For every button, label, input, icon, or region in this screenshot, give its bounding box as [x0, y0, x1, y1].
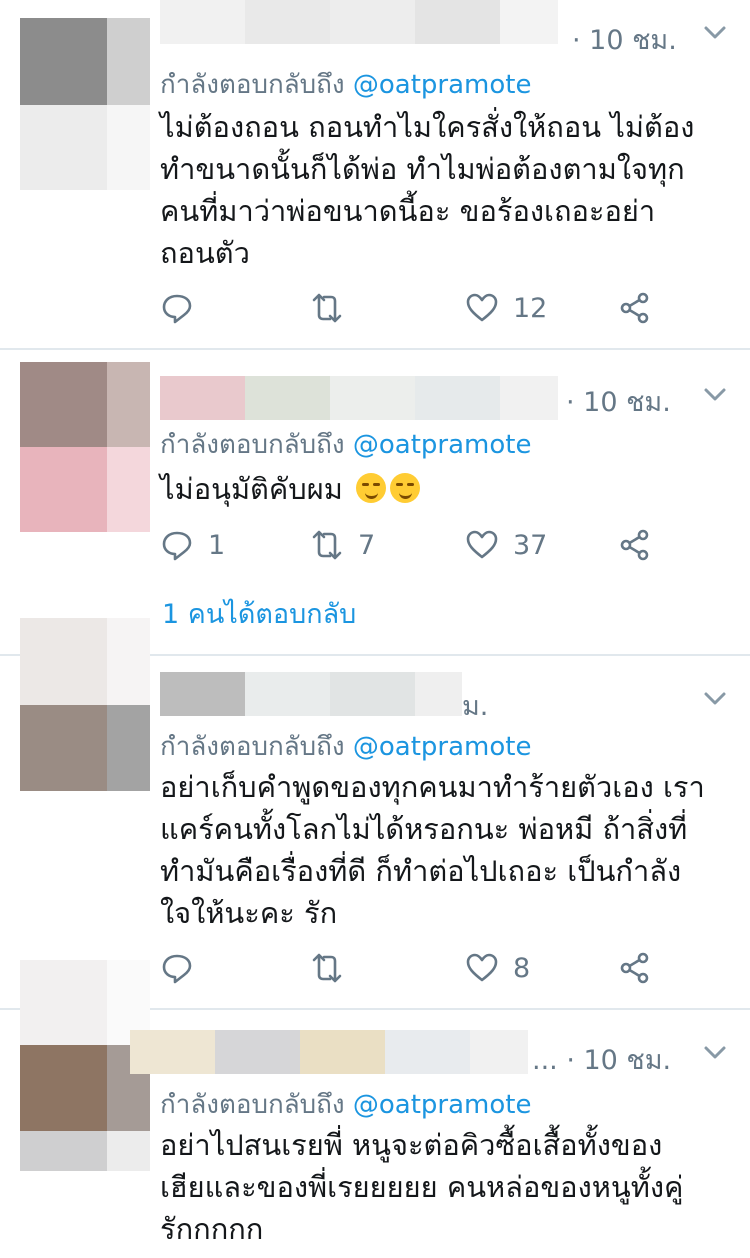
replying-handle-link[interactable]: @oatpramote [353, 732, 532, 762]
like-count: 12 [513, 292, 548, 324]
tweet-text: อย่าเก็บคำพูดของทุกคนมาทำร้ายตัวเอง เรา … [160, 766, 740, 934]
heart-icon [466, 293, 498, 322]
tweet-4[interactable]: ... · 10 ชม. กำลังตอบกลับถึง @oatpramote… [0, 960, 750, 1258]
replying-to: กำลังตอบกลับถึง @oatpramote [160, 424, 531, 465]
replying-handle-link[interactable]: @oatpramote [353, 70, 532, 100]
author-name-blurred[interactable] [160, 376, 558, 420]
replying-prefix: กำลังตอบกลับถึง [160, 732, 345, 762]
tweet-timestamp[interactable]: · 10 ชม. [572, 18, 677, 61]
tweet-1[interactable]: · 10 ชม. กำลังตอบกลับถึง @oatpramote ไม่… [0, 0, 750, 348]
tweet-text-line: ทำขนาดนั้นก็ได้พ่อ ทำไมพ่อต้องตามใจทุก [160, 152, 685, 186]
reply-button[interactable] [160, 948, 208, 988]
reply-button[interactable] [160, 288, 208, 328]
tweet-text: ไม่อนุมัติคับผม [160, 468, 740, 510]
replying-prefix: กำลังตอบกลับถึง [160, 1090, 345, 1120]
like-count: 37 [513, 529, 548, 561]
replying-handle-link[interactable]: @oatpramote [353, 430, 532, 460]
reply-button[interactable]: 1 [160, 525, 225, 565]
tweet-3[interactable]: ม. กำลังตอบกลับถึง @oatpramote อย่าเก็บค… [0, 618, 750, 1008]
tweet-text: อย่าไปสนเรยพี่ หนูจะต่อคิวซื้อเสื้อทั้งข… [160, 1124, 740, 1250]
tweet-text-line: ถอนตัว [160, 236, 250, 270]
share-icon [620, 952, 649, 984]
retweet-count: 7 [358, 529, 376, 561]
show-replies-link[interactable]: 1 คนได้ตอบกลับ [162, 592, 356, 635]
smirk-emoji-icon [356, 473, 387, 503]
heart-icon [466, 953, 498, 982]
tweet-text-line: ทำมันคือเรื่องที่ดี ก็ทำต่อไปเถอะ เป็นกำ… [160, 854, 682, 888]
retweet-button[interactable] [310, 948, 358, 988]
tweet-2[interactable]: · 10 ชม. กำลังตอบกลับถึง @oatpramote ไม่… [0, 350, 750, 654]
avatar[interactable] [20, 18, 150, 190]
replying-to: กำลังตอบกลับถึง @oatpramote [160, 64, 531, 105]
retweet-button[interactable]: 7 [310, 525, 375, 565]
like-button[interactable]: 8 [465, 948, 530, 988]
chevron-down-icon[interactable] [700, 684, 730, 714]
share-button[interactable] [618, 948, 652, 988]
tweet-timestamp[interactable]: ม. [462, 684, 488, 727]
tweet-text-line: คนที่มาว่าพ่อขนาดนี้อะ ขอร้องเถอะอย่า [160, 194, 656, 228]
like-count: 8 [513, 952, 531, 984]
retweet-icon [312, 530, 342, 560]
author-name-blurred[interactable] [160, 672, 462, 716]
tweet-text: ไม่ต้องถอน ถอนทำไมใครสั่งให้ถอน ไม่ต้อง … [160, 106, 740, 274]
tweet-text-line: ใจให้นะคะ รัก [160, 896, 338, 930]
author-name-blurred[interactable] [160, 0, 560, 44]
retweet-icon [312, 293, 342, 323]
share-button[interactable] [618, 525, 652, 565]
avatar[interactable] [20, 362, 150, 532]
replying-prefix: กำลังตอบกลับถึง [160, 70, 345, 100]
tweet-timestamp[interactable]: ... · 10 ชม. [532, 1038, 671, 1081]
smirk-emoji-icon [390, 473, 421, 503]
retweet-icon [312, 953, 342, 983]
tweet-actions: 8 [160, 948, 700, 988]
chevron-down-icon[interactable] [700, 1038, 730, 1068]
tweet-text-content: ไม่อนุมัติคับผม [160, 472, 343, 506]
tweet-text-line: เฮียและของพี่เรยยยยย คนหล่อของหนูทั้งคู่ [160, 1170, 684, 1204]
replying-to: กำลังตอบกลับถึง @oatpramote [160, 726, 531, 767]
replying-prefix: กำลังตอบกลับถึง [160, 430, 345, 460]
tweet-text-line: อย่าเก็บคำพูดของทุกคนมาทำร้ายตัวเอง เรา [160, 770, 705, 804]
author-name-blurred[interactable] [130, 1030, 530, 1074]
tweet-actions: 1 7 37 [160, 525, 700, 565]
tweet-text-line: ไม่ต้องถอน ถอนทำไมใครสั่งให้ถอน ไม่ต้อง [160, 110, 695, 144]
reply-icon [162, 294, 192, 324]
share-icon [620, 292, 649, 324]
reply-icon [162, 954, 192, 984]
like-button[interactable]: 12 [465, 288, 547, 328]
tweet-text-line: รักกกกก [160, 1212, 264, 1246]
reply-icon [162, 531, 192, 561]
heart-icon [466, 530, 498, 559]
tweet-timestamp[interactable]: · 10 ชม. [566, 380, 671, 423]
avatar[interactable] [20, 618, 150, 791]
chevron-down-icon[interactable] [700, 18, 730, 48]
share-button[interactable] [618, 288, 652, 328]
tweet-text-line: อย่าไปสนเรยพี่ หนูจะต่อคิวซื้อเสื้อทั้งข… [160, 1128, 663, 1162]
reply-count: 1 [208, 529, 226, 561]
tweet-actions: 12 [160, 288, 700, 328]
retweet-button[interactable] [310, 288, 358, 328]
tweet-text-line: แคร์คนทั้งโลกไม่ได้หรอกนะ พ่อหมี ถ้าสิ่ง… [160, 812, 688, 846]
replying-to: กำลังตอบกลับถึง @oatpramote [160, 1084, 531, 1125]
tweet-text-line: ไม่อนุมัติคับผม [160, 468, 740, 510]
share-icon [620, 529, 649, 561]
like-button[interactable]: 37 [465, 525, 547, 565]
chevron-down-icon[interactable] [700, 380, 730, 410]
replying-handle-link[interactable]: @oatpramote [353, 1090, 532, 1120]
